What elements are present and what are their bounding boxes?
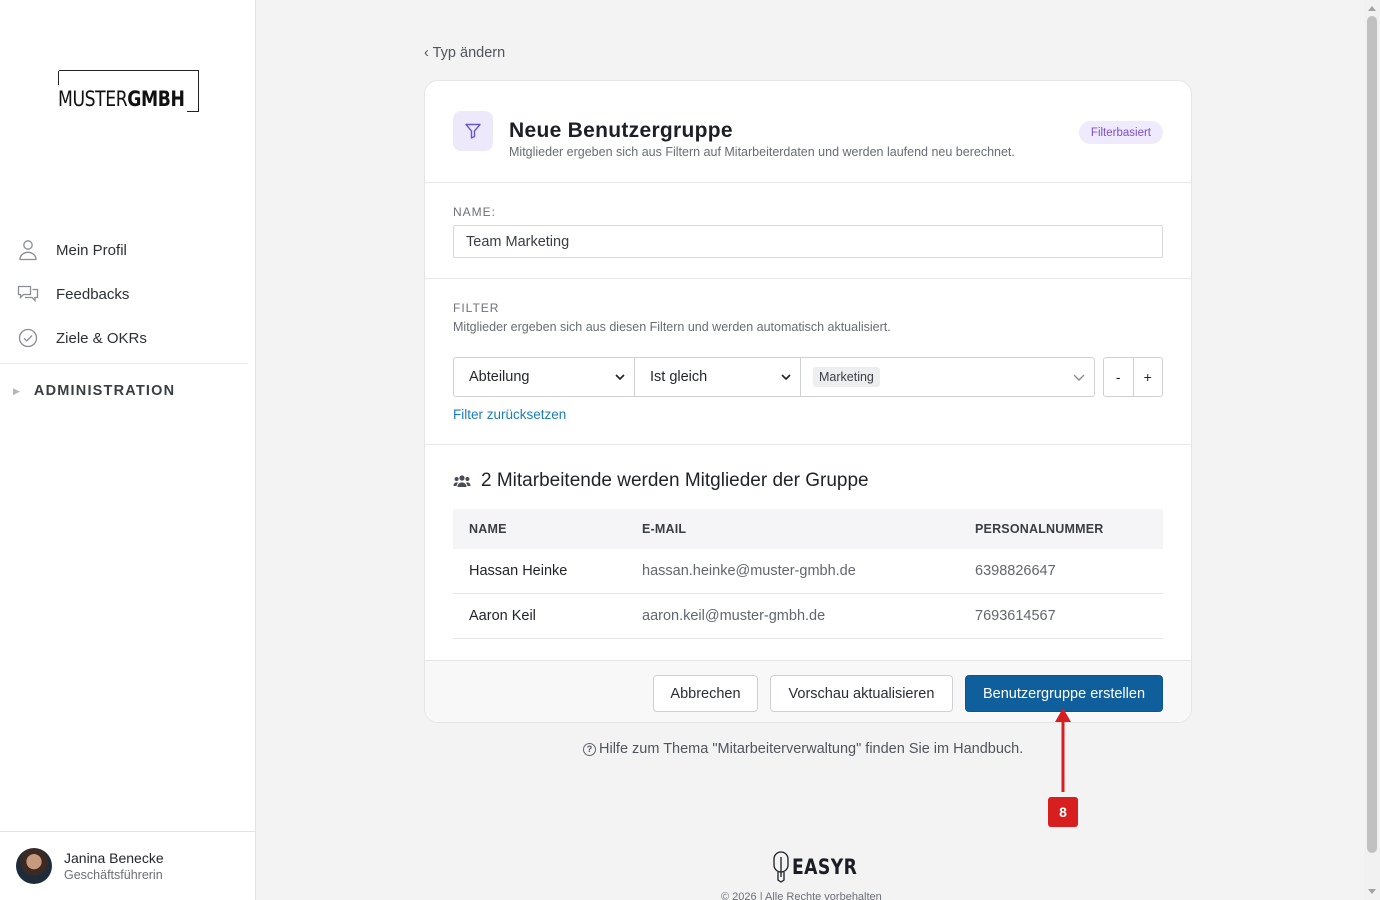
sidebar-nav: Mein Profil Feedbacks Ziele & OKRs ▶ ADM…	[0, 228, 248, 418]
user-icon	[17, 239, 39, 261]
sidebar-item-administration[interactable]: ▶ ADMINISTRATION	[0, 364, 248, 418]
cell-email: aaron.keil@muster-gmbh.de	[642, 608, 826, 624]
brand-name: EASYR	[792, 855, 858, 879]
cell-personnel-number: 7693614567	[975, 608, 1056, 624]
filter-hint: Mitglieder ergeben sich aus diesen Filte…	[453, 320, 891, 334]
filter-field-select[interactable]: Abteilung	[453, 357, 635, 397]
back-link[interactable]: ‹ Typ ändern	[424, 45, 505, 61]
page-scrollbar[interactable]	[1364, 0, 1380, 900]
check-circle-icon	[17, 327, 39, 349]
create-group-card: Neue Benutzergruppe Mitglieder ergeben s…	[424, 80, 1192, 723]
filter-section: FILTER Mitglieder ergeben sich aus diese…	[425, 279, 1191, 445]
cell-personnel-number: 6398826647	[975, 563, 1056, 579]
filter-icon	[453, 111, 493, 151]
create-group-button[interactable]: Benutzergruppe erstellen	[965, 675, 1163, 712]
copyright: © 2026 | Alle Rechte vorbehalten	[721, 891, 882, 900]
filter-label: FILTER	[453, 301, 500, 315]
filter-operator-value: Ist gleich	[650, 369, 708, 385]
user-name: Janina Benecke	[64, 850, 164, 866]
scrollbar-thumb[interactable]	[1367, 16, 1377, 853]
card-header: Neue Benutzergruppe Mitglieder ergeben s…	[425, 81, 1191, 183]
cell-email: hassan.heinke@muster-gmbh.de	[642, 563, 856, 579]
annotation-arrow	[1055, 708, 1071, 792]
members-heading: 2 Mitarbeitende werden Mitglieder der Gr…	[481, 470, 869, 491]
avatar	[16, 848, 52, 884]
filter-field-value: Abteilung	[469, 369, 530, 385]
chevron-down-icon	[1073, 374, 1085, 381]
scroll-up-icon[interactable]	[1368, 6, 1376, 11]
help-link[interactable]: ? Hilfe zum Thema "Mitarbeiterverwaltung…	[583, 741, 1023, 757]
chevron-left-icon: ‹	[424, 45, 429, 61]
name-label: NAME:	[453, 205, 497, 219]
name-section: NAME:	[425, 183, 1191, 279]
page-subtitle: Mitglieder ergeben sich aus Filtern auf …	[509, 145, 1015, 159]
cancel-button[interactable]: Abbrechen	[653, 675, 758, 712]
back-link-label: Typ ändern	[432, 45, 506, 61]
card-footer: Abbrechen Vorschau aktualisieren Benutze…	[425, 660, 1191, 722]
sidebar-item-ziele-okrs[interactable]: Ziele & OKRs	[0, 316, 248, 360]
company-logo[interactable]: MUSTERGMBH	[58, 70, 199, 112]
table-row: Aaron Keil aaron.keil@muster-gmbh.de 769…	[453, 594, 1163, 639]
table-header: NAME E-MAIL PERSONALNUMMER	[453, 509, 1163, 549]
members-section: 2 Mitarbeitende werden Mitglieder der Gr…	[425, 445, 1191, 661]
cell-name: Hassan Heinke	[469, 563, 568, 579]
sidebar-section-label: ADMINISTRATION	[33, 383, 176, 399]
members-header: 2 Mitarbeitende werden Mitglieder der Gr…	[453, 470, 869, 492]
sidebar-item-mein-profil[interactable]: Mein Profil	[0, 228, 248, 272]
add-filter-button[interactable]: +	[1132, 358, 1163, 396]
filter-value-chip: Marketing	[813, 367, 880, 387]
filter-operator-select[interactable]: Ist gleich	[634, 357, 801, 397]
sidebar-item-label: Feedbacks	[56, 285, 130, 303]
column-header: E-MAIL	[642, 522, 687, 536]
filter-value-select[interactable]: Marketing	[800, 357, 1095, 397]
members-table: NAME E-MAIL PERSONALNUMMER Hassan Heinke…	[453, 509, 1163, 639]
reset-filter-link[interactable]: Filter zurücksetzen	[453, 407, 566, 422]
sidebar-item-label: Mein Profil	[56, 241, 127, 259]
remove-filter-button[interactable]: -	[1104, 358, 1133, 396]
feedback-chat-icon	[17, 283, 39, 305]
help-icon: ?	[583, 742, 596, 756]
filter-row-controls: - +	[1103, 357, 1163, 397]
caret-right-icon: ▶	[13, 385, 20, 396]
sidebar-item-feedbacks[interactable]: Feedbacks	[0, 272, 248, 316]
column-header: PERSONALNUMMER	[975, 522, 1104, 536]
sidebar-item-label: Ziele & OKRs	[56, 329, 147, 347]
scroll-down-icon[interactable]	[1368, 889, 1376, 894]
user-profile[interactable]: Janina Benecke Geschäftsführerin	[0, 831, 256, 900]
page-title: Neue Benutzergruppe	[509, 119, 733, 142]
users-icon	[453, 474, 471, 487]
name-input[interactable]	[453, 225, 1163, 258]
chevron-down-icon	[781, 374, 791, 381]
table-row: Hassan Heinke hassan.heinke@muster-gmbh.…	[453, 549, 1163, 594]
column-header: NAME	[469, 522, 507, 536]
help-text: Hilfe zum Thema "Mitarbeiterverwaltung" …	[599, 741, 1024, 757]
chevron-down-icon	[615, 374, 625, 381]
refresh-preview-button[interactable]: Vorschau aktualisieren	[770, 675, 953, 712]
step-badge: 8	[1048, 797, 1078, 827]
type-badge: Filterbasiert	[1078, 121, 1163, 144]
cell-name: Aaron Keil	[469, 608, 536, 624]
sidebar: MUSTERGMBH Mein Profil Feedbacks Ziele &…	[0, 0, 256, 900]
user-role: Geschäftsführerin	[64, 868, 163, 882]
pin-icon	[773, 851, 789, 883]
easyr-logo: EASYR	[772, 851, 872, 883]
